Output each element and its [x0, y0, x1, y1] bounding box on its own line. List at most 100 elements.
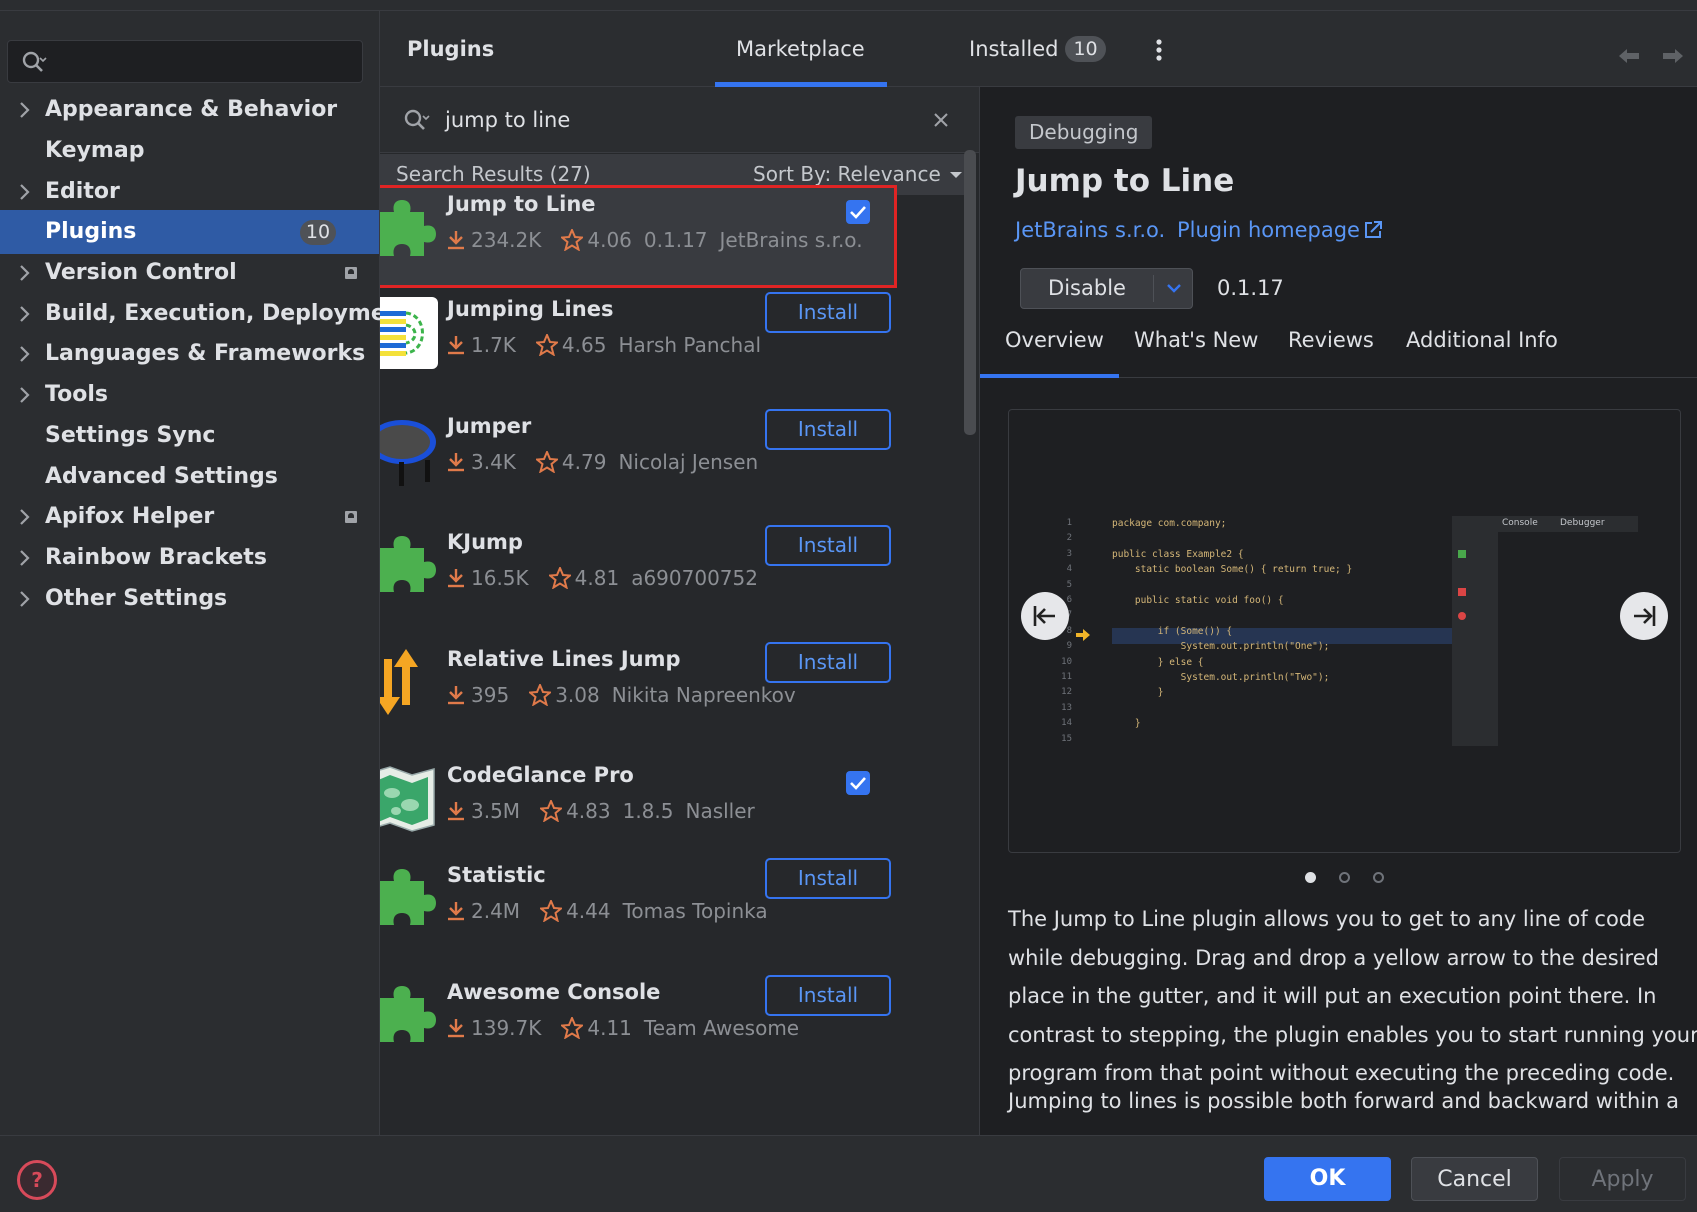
more-options-icon[interactable] — [1155, 37, 1163, 63]
download-count: 139.7K — [471, 1016, 542, 1040]
sidebar-item-apifox-helper[interactable]: Apifox Helper — [0, 495, 379, 539]
plugin-search-input[interactable]: jump to line — [380, 87, 979, 153]
plugin-list-pane: jump to line Search Results (27) Sort By… — [380, 87, 980, 1135]
sidebar-item-settings-sync[interactable]: Settings Sync — [0, 414, 379, 458]
puzzle-icon — [380, 200, 436, 256]
next-screenshot-button[interactable] — [1620, 592, 1668, 640]
install-button[interactable]: Install — [765, 409, 891, 450]
line-number: 9 — [1066, 641, 1072, 652]
sidebar-item-label: Keymap — [45, 138, 145, 163]
download-icon — [448, 231, 464, 250]
download-count: 395 — [471, 683, 510, 707]
sidebar-item-version-control[interactable]: Version Control — [0, 251, 379, 295]
prev-screenshot-button[interactable] — [1021, 592, 1069, 640]
code-line: package com.company; — [1112, 518, 1227, 529]
sidebar-item-label: Plugins — [45, 219, 137, 244]
star-icon — [529, 684, 552, 706]
sidebar-item-rainbow-brackets[interactable]: Rainbow Brackets — [0, 536, 379, 580]
rating: 4.44 — [566, 899, 611, 923]
plugin-item-relative-lines-jump[interactable]: Relative Lines Jump 395 3.08 Nikita Napreen… — [380, 637, 965, 763]
plugin-meta: 234.2K 4.06 0.1.17 JetBrains s.r.o. — [447, 228, 875, 252]
carousel-dot[interactable] — [1373, 872, 1384, 883]
install-button[interactable]: Install — [765, 858, 891, 899]
chevron-right-icon — [20, 387, 30, 403]
project-level-icon — [345, 511, 357, 523]
tab-reviews[interactable]: Reviews — [1288, 309, 1374, 371]
plugin-homepage-link[interactable]: Plugin homepage — [1177, 218, 1383, 242]
download-count: 1.7K — [471, 333, 516, 357]
install-button[interactable]: Install — [765, 525, 891, 566]
rating: 4.83 — [566, 799, 611, 823]
puzzle-icon — [380, 986, 436, 1042]
sidebar-item-languages-frameworks[interactable]: Languages & Frameworks — [0, 332, 379, 376]
sidebar-item-advanced-settings[interactable]: Advanced Settings — [0, 455, 379, 499]
detail-scrollbar[interactable] — [1680, 97, 1688, 917]
plugin-item-statistic[interactable]: Statistic 2.4M 4.44 Tomas Topinka Install — [380, 853, 965, 979]
star-icon — [540, 900, 563, 922]
description-line: The Jump to Line plugin allows you to ge… — [1008, 907, 1646, 931]
list-scrollbar[interactable] — [964, 150, 976, 435]
plugin-item-jumping-lines[interactable]: Jumping Lines 1.7K 4.65 Harsh Panchal Instal… — [380, 287, 965, 413]
disable-split-button: Disable — [1020, 268, 1193, 309]
install-button[interactable]: Install — [765, 292, 891, 333]
install-button[interactable]: Install — [765, 975, 891, 1016]
plugin-meta: 395 3.08 Nikita Napreenkov — [447, 683, 808, 707]
carousel-dot[interactable] — [1305, 872, 1316, 883]
code-line: } — [1112, 687, 1164, 699]
tab-what-s-new[interactable]: What's New — [1134, 309, 1258, 371]
plugin-name: Jump to Line — [447, 192, 596, 216]
install-button[interactable]: Install — [765, 642, 891, 683]
plugin-vendor: Nasller — [685, 799, 755, 823]
plugin-item-awesome-console[interactable]: Awesome Console 139.7K 4.11 Team Awesome Ins… — [380, 970, 965, 1096]
forward-arrow-icon[interactable] — [1661, 46, 1685, 66]
settings-search-input[interactable] — [7, 40, 363, 83]
plugin-name: Jumping Lines — [447, 297, 614, 321]
chevron-down-icon — [949, 171, 962, 178]
download-count: 234.2K — [471, 228, 542, 252]
enabled-checkbox[interactable] — [846, 200, 870, 224]
carousel-dot[interactable] — [1339, 872, 1350, 883]
line-number: 4 — [1066, 564, 1072, 575]
sidebar-item-editor[interactable]: Editor — [0, 170, 379, 214]
plugin-vendor: Team Awesome — [643, 1016, 800, 1040]
sidebar-item-tools[interactable]: Tools — [0, 373, 379, 417]
checkmark-icon — [850, 206, 866, 219]
plugin-meta: 2.4M 4.44 Tomas Topinka — [447, 899, 780, 923]
debugger-tab: Debugger — [1560, 518, 1605, 528]
line-number: 13 — [1061, 702, 1072, 713]
rating: 4.79 — [561, 450, 607, 474]
plugin-meta: 16.5K 4.81 a690700752 — [447, 566, 770, 590]
cancel-button[interactable]: Cancel — [1411, 1157, 1538, 1201]
sidebar-item-label: Appearance & Behavior — [45, 97, 338, 122]
arrow-left-icon — [1033, 606, 1055, 626]
up-down-arrows-icon — [380, 649, 418, 715]
chevron-down-icon[interactable] — [1166, 281, 1182, 295]
clear-search-icon[interactable] — [932, 111, 950, 129]
sidebar-item-keymap[interactable]: Keymap — [0, 129, 379, 173]
tab-additional-info[interactable]: Additional Info — [1406, 309, 1558, 371]
sidebar-item-plugins[interactable]: Plugins 10 — [0, 210, 379, 254]
chevron-right-icon — [20, 346, 30, 362]
vendor-link[interactable]: JetBrains s.r.o. — [1015, 218, 1165, 242]
ok-button[interactable]: OK — [1264, 1157, 1391, 1201]
plugin-vendor: Nikita Napreenkov — [611, 683, 796, 707]
apply-button[interactable]: Apply — [1559, 1157, 1686, 1201]
tab-marketplace-label: Marketplace — [736, 37, 865, 61]
disable-button[interactable]: Disable — [1021, 269, 1153, 308]
tab-overview[interactable]: Overview — [1005, 309, 1104, 371]
sidebar-item-appearance-behavior[interactable]: Appearance & Behavior — [0, 88, 379, 132]
plugin-meta: 139.7K 4.11 Team Awesome — [447, 1016, 811, 1040]
plugin-item-kjump[interactable]: KJump 16.5K 4.81 a690700752 Install — [380, 520, 965, 646]
plugin-item-jumper[interactable]: Jumper 3.4K 4.79 Nicolaj Jensen Install — [380, 404, 965, 530]
sidebar-item-build-execution-deployment[interactable]: Build, Execution, Deployment — [0, 292, 412, 336]
tab-installed[interactable]: Installed 10 — [969, 11, 1106, 87]
tab-marketplace[interactable]: Marketplace — [736, 11, 865, 87]
sidebar-item-other-settings[interactable]: Other Settings — [0, 577, 379, 621]
back-arrow-icon[interactable] — [1617, 46, 1641, 66]
help-button[interactable]: ? — [17, 1160, 57, 1200]
plugin-meta: 3.4K 4.79 Nicolaj Jensen — [447, 450, 770, 474]
plugin-description: The Jump to Line plugin allows you to ge… — [1008, 900, 1697, 1093]
execution-arrow-icon — [1076, 629, 1090, 641]
enabled-checkbox[interactable] — [846, 771, 870, 795]
plugin-meta: 3.5M 4.83 1.8.5 Nasller — [447, 799, 767, 823]
